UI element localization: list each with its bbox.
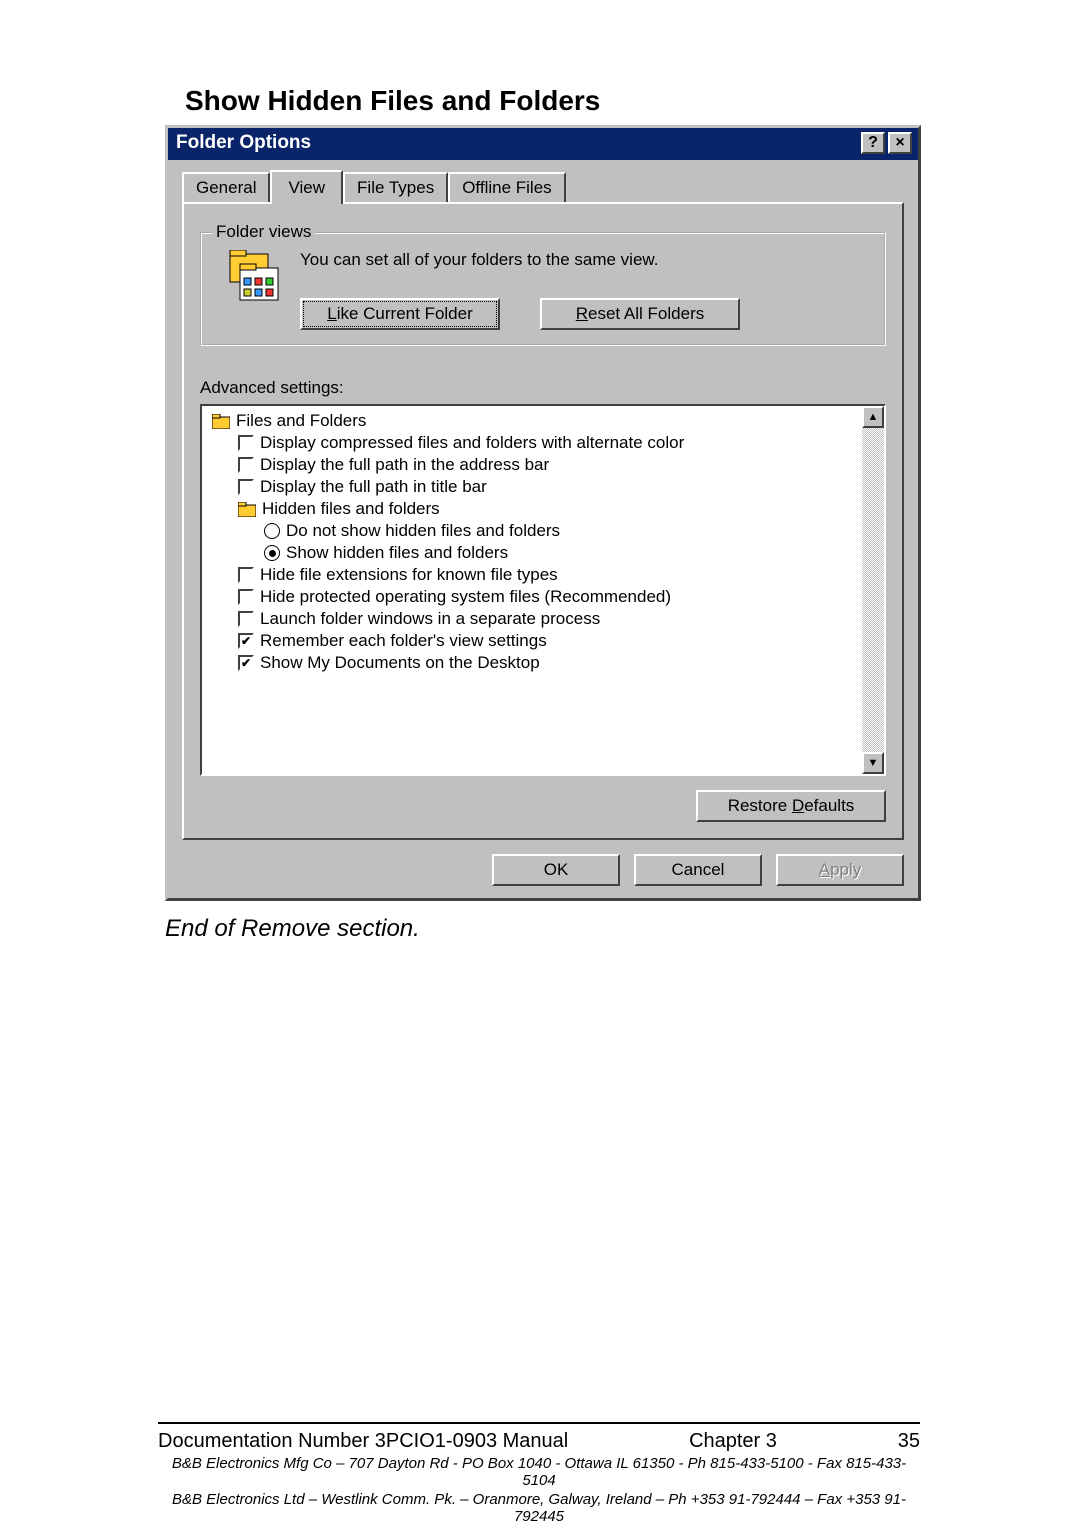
tree-folder[interactable]: Hidden files and folders [208,498,860,520]
footer-left: Documentation Number 3PCIO1-0903 Manual [158,1430,568,1453]
folder-options-dialog: Folder Options ? × General View File Typ… [165,125,921,901]
tab-offline-files[interactable]: Offline Files [448,172,565,202]
tree-checkbox-item[interactable]: Hide protected operating system files (R… [208,586,860,608]
folder-icon [212,414,230,429]
ok-button[interactable]: OK [492,854,620,886]
tree-folder-root[interactable]: Files and Folders [208,410,860,432]
help-icon[interactable]: ? [861,132,885,154]
folders-icon [222,250,282,306]
checkbox-icon[interactable] [238,479,254,495]
scroll-down-icon[interactable]: ▼ [862,752,884,774]
radio-icon[interactable] [264,545,280,561]
tree-radio-item[interactable]: Do not show hidden files and folders [208,520,860,542]
close-icon[interactable]: × [888,132,912,154]
advanced-settings-label: Advanced settings: [200,378,886,398]
advanced-settings-tree[interactable]: Files and FoldersDisplay compressed file… [200,404,886,776]
tree-radio-item[interactable]: Show hidden files and folders [208,542,860,564]
tab-general[interactable]: General [182,172,270,202]
checkbox-icon[interactable] [238,589,254,605]
restore-defaults-button[interactable]: Restore Defaults [696,790,886,822]
tab-view[interactable]: View [270,170,343,204]
checkbox-icon[interactable] [238,567,254,583]
tree-checkbox-item[interactable]: ✔Remember each folder's view settings [208,630,860,652]
radio-icon[interactable] [264,523,280,539]
footer-line2: B&B Electronics Ltd – Westlink Comm. Pk.… [158,1491,920,1525]
tree-checkbox-item[interactable]: Hide file extensions for known file type… [208,564,860,586]
footer-right: 35 [898,1430,920,1453]
end-note: End of Remove section. [165,915,915,943]
tree-checkbox-item[interactable]: ✔Show My Documents on the Desktop [208,652,860,674]
dialog-title: Folder Options [176,132,311,154]
checkbox-icon[interactable]: ✔ [238,633,254,649]
footer-center: Chapter 3 [689,1430,777,1453]
titlebar: Folder Options ? × [168,128,918,160]
apply-button[interactable]: Apply [776,854,904,886]
page-footer: Documentation Number 3PCIO1-0903 Manual … [158,1422,920,1525]
checkbox-icon[interactable] [238,435,254,451]
folder-views-group: Folder views [200,232,886,346]
tab-body: Folder views [182,202,904,840]
folder-views-desc: You can set all of your folders to the s… [300,250,870,270]
tree-checkbox-item[interactable]: Display the full path in the address bar [208,454,860,476]
folder-icon [238,502,256,517]
like-current-folder-button[interactable]: Like Current Folder [300,298,500,330]
tree-checkbox-item[interactable]: Display the full path in title bar [208,476,860,498]
checkbox-icon[interactable] [238,457,254,473]
group-label: Folder views [212,222,315,242]
scroll-up-icon[interactable]: ▲ [862,406,884,428]
tree-checkbox-item[interactable]: Display compressed files and folders wit… [208,432,860,454]
cancel-button[interactable]: Cancel [634,854,762,886]
scrollbar[interactable]: ▲ ▼ [862,406,884,774]
reset-all-folders-button[interactable]: Reset All Folders [540,298,740,330]
checkbox-icon[interactable] [238,611,254,627]
section-title: Show Hidden Files and Folders [165,85,915,117]
footer-line1: B&B Electronics Mfg Co – 707 Dayton Rd -… [158,1455,920,1489]
checkbox-icon[interactable]: ✔ [238,655,254,671]
tab-file-types[interactable]: File Types [343,172,448,202]
tab-row: General View File Types Offline Files [182,170,904,202]
tree-checkbox-item[interactable]: Launch folder windows in a separate proc… [208,608,860,630]
